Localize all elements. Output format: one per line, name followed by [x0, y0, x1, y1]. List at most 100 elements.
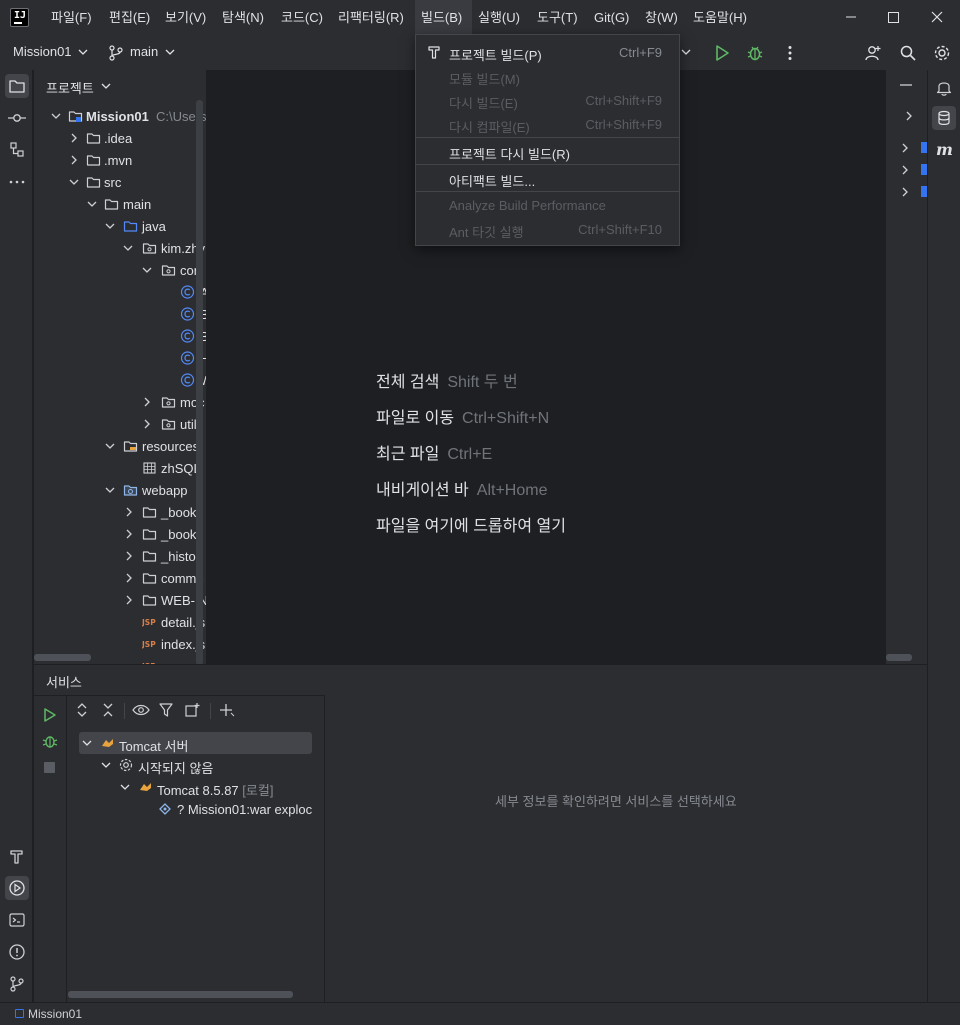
- chevron-right-icon[interactable]: [142, 397, 152, 407]
- project-panel-title[interactable]: 프로젝트: [46, 78, 94, 97]
- git-tool-button[interactable]: [5, 972, 29, 996]
- chevron-right-icon[interactable]: [69, 133, 79, 143]
- chevron-down-icon[interactable]: [105, 221, 115, 231]
- menu-git[interactable]: Git(G): [588, 0, 635, 36]
- close-window-button[interactable]: [914, 0, 960, 36]
- chevron-right-icon[interactable]: [69, 155, 79, 165]
- menu-view[interactable]: 보기(V): [159, 0, 212, 36]
- menu-item-run-ant-target[interactable]: Ant 타깃 실행 Ctrl+Shift+F10: [416, 217, 679, 241]
- tree-row[interactable]: WEB-IN: [34, 589, 206, 611]
- gear-icon[interactable]: [933, 44, 951, 62]
- intellij-logo-icon[interactable]: IJ: [10, 8, 29, 27]
- chevron-down-icon[interactable]: [123, 243, 133, 253]
- chevron-down-icon[interactable]: [100, 81, 112, 91]
- tree-row[interactable]: A: [34, 281, 206, 303]
- problems-tool-button[interactable]: [5, 940, 29, 964]
- chevron-right-icon[interactable]: [124, 573, 134, 583]
- collapse-all-icon[interactable]: [100, 702, 116, 718]
- project-selector[interactable]: Mission01: [13, 44, 72, 59]
- tree-row[interactable]: .idea: [34, 127, 206, 149]
- tree-row[interactable]: zhSQLi: [34, 457, 206, 479]
- new-group-icon[interactable]: [184, 702, 202, 718]
- menu-window[interactable]: 창(W): [639, 0, 684, 36]
- project-tool-button[interactable]: [5, 74, 29, 98]
- chevron-down-icon[interactable]: [82, 738, 92, 748]
- chevron-right-icon[interactable]: [124, 529, 134, 539]
- menu-build[interactable]: 빌드(B): [415, 0, 472, 36]
- tree-row[interactable]: con: [34, 259, 206, 281]
- tree-row[interactable]: _bookn: [34, 501, 206, 523]
- chevron-right-icon[interactable]: [124, 507, 134, 517]
- tree-row[interactable]: .mvn: [34, 149, 206, 171]
- maximize-button[interactable]: [870, 0, 916, 36]
- chevron-right-icon[interactable]: [904, 110, 914, 122]
- menu-file[interactable]: 파일(F): [45, 0, 98, 36]
- more-vertical-icon[interactable]: [781, 44, 799, 62]
- stop-icon[interactable]: [44, 762, 55, 773]
- structure-tool-button[interactable]: [5, 138, 29, 162]
- tree-row[interactable]: W: [34, 369, 206, 391]
- services-tree-row[interactable]: Tomcat 8.5.87 [로컬]: [79, 776, 324, 798]
- tree-row[interactable]: kim.zhy: [34, 237, 206, 259]
- chevron-down-icon[interactable]: [105, 485, 115, 495]
- services-horizontal-scrollbar[interactable]: [68, 991, 293, 998]
- debug-icon[interactable]: [42, 733, 58, 749]
- hide-panel-icon[interactable]: [898, 78, 914, 92]
- chevron-down-icon[interactable]: [120, 782, 130, 792]
- tree-row[interactable]: JSP detail.js: [34, 611, 206, 633]
- menu-item-build-project[interactable]: 프로젝트 빌드(P) Ctrl+F9: [416, 40, 679, 64]
- chevron-right-icon[interactable]: [900, 142, 910, 154]
- debug-icon[interactable]: [746, 44, 764, 62]
- tree-row[interactable]: JSP index.js: [34, 633, 206, 655]
- tree-row[interactable]: Mission01 C:\Users: [34, 105, 206, 127]
- chevron-down-icon[interactable]: [101, 760, 111, 770]
- maven-tool-icon[interactable]: m: [936, 140, 953, 159]
- menu-navigate[interactable]: 탐색(N): [216, 0, 270, 36]
- chevron-down-icon[interactable]: [51, 111, 61, 121]
- run-config-chevron-icon[interactable]: [680, 47, 692, 57]
- build-tool-button[interactable]: [5, 844, 29, 868]
- menu-item-build-module[interactable]: 모듈 빌드(M): [416, 64, 679, 88]
- chevron-down-icon[interactable]: [77, 47, 89, 57]
- search-icon[interactable]: [899, 44, 917, 62]
- commit-tool-button[interactable]: [5, 106, 29, 130]
- more-tools-button[interactable]: [5, 170, 29, 194]
- chevron-down-icon[interactable]: [87, 199, 97, 209]
- add-service-icon[interactable]: [218, 702, 236, 718]
- add-user-icon[interactable]: [864, 44, 882, 62]
- menu-item-rebuild[interactable]: 다시 빌드(E) Ctrl+Shift+F9: [416, 88, 679, 112]
- terminal-tool-button[interactable]: [5, 908, 29, 932]
- run-icon[interactable]: [713, 44, 731, 62]
- database-tool-button[interactable]: [932, 106, 956, 130]
- menu-item-rebuild-project[interactable]: 프로젝트 다시 빌드(R): [416, 139, 679, 163]
- services-tree-row[interactable]: 시작되지 않음: [79, 754, 312, 776]
- tree-row[interactable]: java: [34, 215, 206, 237]
- chevron-right-icon[interactable]: [124, 595, 134, 605]
- filter-icon[interactable]: [158, 702, 176, 718]
- tree-row[interactable]: B: [34, 325, 206, 347]
- tree-row[interactable]: H: [34, 347, 206, 369]
- tree-row[interactable]: _histor: [34, 545, 206, 567]
- chevron-down-icon[interactable]: [69, 177, 79, 187]
- chevron-down-icon[interactable]: [142, 265, 152, 275]
- tree-row[interactable]: commo: [34, 567, 206, 589]
- chevron-right-icon[interactable]: [900, 164, 910, 176]
- menu-tools[interactable]: 도구(T): [531, 0, 584, 36]
- services-tree-row[interactable]: Tomcat 서버: [79, 732, 312, 754]
- project-horizontal-scrollbar[interactable]: [34, 654, 91, 661]
- chevron-right-icon[interactable]: [142, 419, 152, 429]
- minimize-button[interactable]: [828, 0, 874, 36]
- menu-item-analyze-build-performance[interactable]: Analyze Build Performance: [416, 193, 679, 217]
- expand-all-icon[interactable]: [74, 702, 90, 718]
- status-breadcrumb[interactable]: Mission01: [28, 1007, 82, 1021]
- chevron-right-icon[interactable]: [124, 551, 134, 561]
- maven-horizontal-scrollbar[interactable]: [886, 654, 912, 661]
- tree-row[interactable]: webapp: [34, 479, 206, 501]
- tree-row[interactable]: moc: [34, 391, 206, 413]
- menu-item-build-artifacts[interactable]: 아티팩트 빌드...: [416, 166, 679, 190]
- tree-row[interactable]: main: [34, 193, 206, 215]
- tree-row[interactable]: resources: [34, 435, 206, 457]
- services-tree-row[interactable]: ? Mission01:war exploc: [79, 798, 324, 820]
- menu-help[interactable]: 도움말(H): [687, 0, 753, 36]
- chevron-down-icon[interactable]: [105, 441, 115, 451]
